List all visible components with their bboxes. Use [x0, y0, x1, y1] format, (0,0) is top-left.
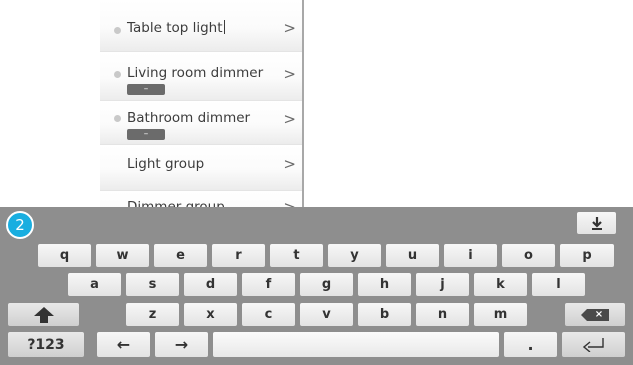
key-c[interactable]: c: [242, 303, 295, 326]
key-x[interactable]: x: [184, 303, 237, 326]
key-k[interactable]: k: [474, 273, 527, 296]
key-b[interactable]: b: [358, 303, 411, 326]
backspace-key[interactable]: ×: [565, 303, 625, 326]
key-d[interactable]: d: [184, 273, 237, 296]
key-q[interactable]: q: [38, 244, 91, 267]
chevron-right-icon[interactable]: >: [283, 110, 296, 128]
key-t[interactable]: t: [270, 244, 323, 267]
period-key[interactable]: .: [504, 332, 557, 357]
chevron-right-icon[interactable]: >: [283, 155, 296, 173]
enter-return-icon: [582, 337, 605, 352]
enter-key[interactable]: [562, 332, 625, 357]
key-a[interactable]: a: [68, 273, 121, 296]
status-dot: [114, 115, 121, 122]
key-f[interactable]: f: [242, 273, 295, 296]
key-h[interactable]: h: [358, 273, 411, 296]
key-p[interactable]: p: [560, 244, 614, 267]
shift-key[interactable]: [8, 303, 79, 326]
device-list: Table top light > Living room dimmer – >…: [100, 0, 304, 207]
backspace-icon: ×: [581, 308, 609, 321]
list-item-table-top-light[interactable]: Table top light >: [100, 0, 302, 52]
key-g[interactable]: g: [300, 273, 353, 296]
list-item-label: Light group: [127, 156, 205, 172]
chevron-right-icon[interactable]: >: [283, 198, 296, 207]
space-bar[interactable]: [213, 332, 499, 357]
key-i[interactable]: i: [444, 244, 497, 267]
list-item-label: Living room dimmer: [127, 65, 264, 81]
list-item-bathroom-dimmer[interactable]: Bathroom dimmer – >: [100, 101, 302, 145]
hide-keyboard-icon: [591, 216, 603, 230]
key-z[interactable]: z: [126, 303, 179, 326]
key-o[interactable]: o: [502, 244, 555, 267]
key-w[interactable]: w: [96, 244, 149, 267]
list-item-label[interactable]: Table top light: [127, 20, 223, 36]
symbols-key[interactable]: ?123: [8, 332, 84, 357]
chevron-right-icon[interactable]: >: [283, 19, 296, 37]
list-item-dimmer-group[interactable]: Dimmer group >: [100, 191, 302, 207]
chevron-right-icon[interactable]: >: [283, 65, 296, 83]
key-v[interactable]: v: [300, 303, 353, 326]
cursor-left-key[interactable]: ←: [97, 332, 150, 357]
list-item-label: Dimmer group: [127, 199, 225, 207]
key-s[interactable]: s: [126, 273, 179, 296]
key-y[interactable]: y: [328, 244, 381, 267]
on-screen-keyboard: 2 q w e r t y u i o p a s d f g h j k l …: [0, 207, 633, 365]
backspace-label: ×: [594, 308, 604, 320]
list-item-light-group[interactable]: Light group >: [100, 145, 302, 191]
hide-keyboard-key[interactable]: [577, 212, 616, 234]
key-e[interactable]: e: [154, 244, 207, 267]
step-number-badge: 2: [6, 211, 34, 239]
key-n[interactable]: n: [416, 303, 469, 326]
key-j[interactable]: j: [416, 273, 469, 296]
status-dot: [114, 71, 121, 78]
list-item-label: Bathroom dimmer: [127, 110, 251, 126]
list-item-living-room-dimmer[interactable]: Living room dimmer – >: [100, 52, 302, 101]
dimmer-minus-button[interactable]: –: [127, 129, 165, 140]
key-r[interactable]: r: [212, 244, 265, 267]
key-m[interactable]: m: [474, 303, 527, 326]
dimmer-minus-button[interactable]: –: [127, 84, 165, 95]
text-cursor: [223, 20, 225, 34]
status-dot: [114, 27, 121, 34]
key-u[interactable]: u: [386, 244, 439, 267]
key-l[interactable]: l: [532, 273, 585, 296]
shift-up-arrow-icon: [33, 306, 54, 323]
cursor-right-key[interactable]: →: [155, 332, 208, 357]
